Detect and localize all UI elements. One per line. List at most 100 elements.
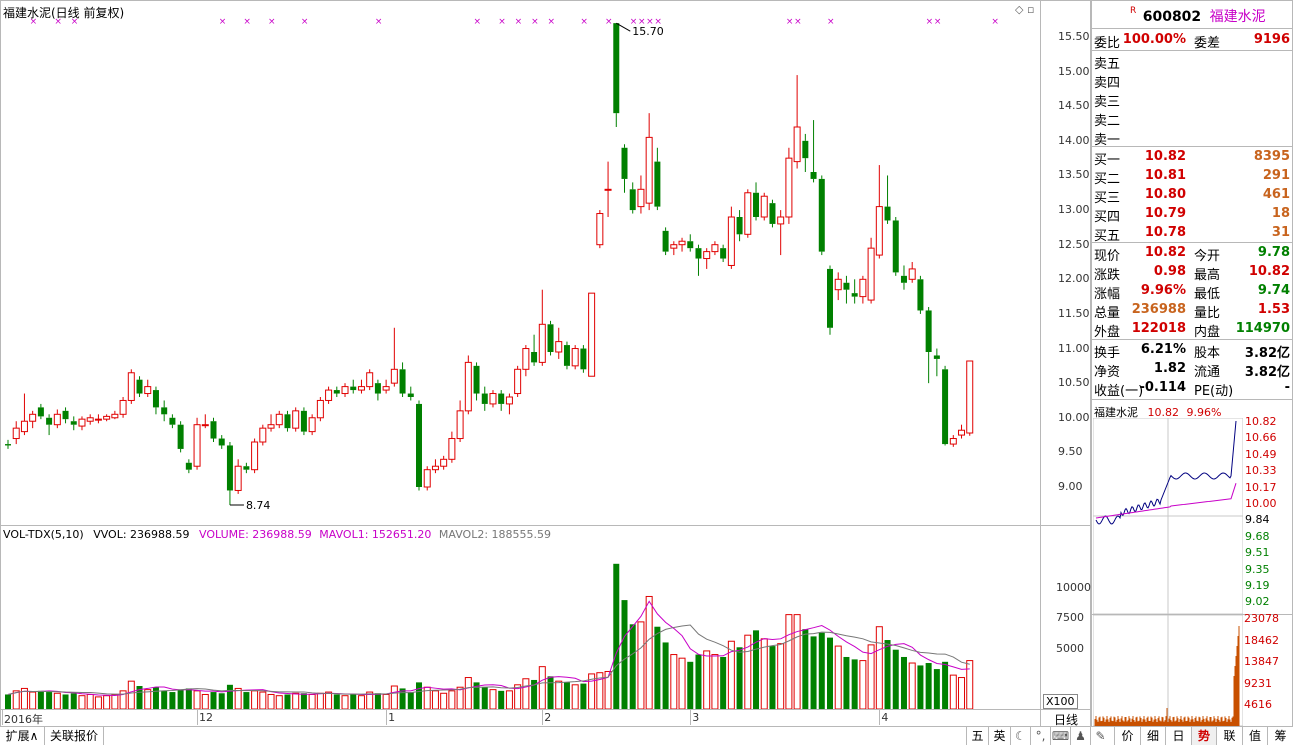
volume-bar [925,663,932,709]
date-tick [386,709,388,725]
volume-bar [875,626,883,709]
price-tick-label: 10.00 [1058,410,1090,424]
date-axis-line [0,709,1091,710]
volume-bar [259,691,267,709]
volume-bar [563,682,570,709]
volume-bar [152,687,159,709]
date-tick-label: 12 [199,711,214,724]
intraday-tick-label: 9.84 [1245,513,1270,527]
volume-bar [793,614,801,709]
event-marker: × [515,17,523,27]
candle-body [908,268,916,280]
volume-bar [942,661,949,709]
right-tab[interactable]: 价 [1114,727,1140,745]
right-tab[interactable]: 值 [1241,727,1268,745]
stat-value: 1.53 [1257,302,1290,317]
volume-bar [670,654,678,709]
dot-icon[interactable]: °, [1030,727,1050,745]
candle-body [86,417,94,422]
candle-body [933,355,940,359]
candle-body [218,438,225,446]
volume-bar [284,694,291,709]
candle-body [958,429,966,436]
volume-bar [859,660,867,709]
tab-expand[interactable]: 扩展∧ [0,727,45,745]
right-tab[interactable]: 筹 [1267,727,1293,745]
buy-row: 买五 10.78 31 [1094,223,1292,244]
buy-price: 10.78 [1144,225,1186,240]
candle-body [111,413,119,419]
volume-bar [341,695,349,709]
event-marker: × [548,17,556,27]
candle-body [177,424,184,449]
volume-bar [448,690,456,709]
ime-wubi-button[interactable]: 五 [966,727,988,745]
candle-body [695,248,702,259]
weibi-value: 100.00% [1122,32,1186,47]
volume-bar [161,690,168,709]
event-marker: × [991,17,999,27]
candle-body [350,386,357,391]
right-tab[interactable]: 势 [1190,727,1217,745]
date-tick [197,709,199,725]
keyboard-icon[interactable]: ⌨ [1050,727,1070,745]
moon-icon[interactable]: ☾ [1010,727,1030,745]
price-tick-label: 13.00 [1058,203,1090,217]
candle-body [416,403,422,487]
candlestick-chart[interactable]: × × × × × × × × × × × × × × × × × × × × × × × × ×15.708.74 [0,0,1040,525]
candle-body [753,192,760,217]
wrench-icon[interactable]: ✎ [1090,727,1110,745]
right-tab[interactable]: 日 [1165,727,1191,745]
event-marker: × [54,17,62,27]
intraday-tick-label: 10.33 [1245,464,1277,478]
tab-related-quotes[interactable]: 关联报价 [45,727,104,745]
candle-body [489,393,497,405]
volume-bar [802,629,809,709]
volume-bar [70,693,77,709]
candle-body [374,383,381,394]
stat-row: 换手 6.21% 股本 3.82亿 [1094,340,1292,361]
volume-bar [481,687,488,709]
price-tick-label: 9.50 [1058,445,1083,459]
stat-value: 0.98 [1153,264,1186,279]
intraday-chart[interactable] [1093,418,1243,614]
stat-row: 现价 10.82 今开 9.78 [1094,243,1292,264]
sep [1092,28,1292,29]
buy-price: 10.81 [1144,168,1186,183]
buy-volume: 291 [1262,168,1290,183]
volume-bar [210,692,217,709]
intraday-vol-tick-label: 23078 [1244,612,1279,625]
stock-code: 600802 [1142,9,1202,25]
high-label: 15.70 [632,25,664,38]
buy-row: 买三 10.80 461 [1094,185,1292,206]
candle-body [514,368,522,395]
weicha-label: 委差 [1194,36,1221,51]
right-tab[interactable]: 细 [1139,727,1166,745]
ime-english-button[interactable]: 英 [988,727,1010,745]
candle-body [481,393,488,404]
candle-body [333,390,340,394]
candle-body [760,195,768,218]
volume-tick-label: 10000 [1056,581,1091,594]
right-tab[interactable]: 联 [1216,727,1242,745]
volume-bar [629,624,636,709]
intraday-vol-tick-label: 18462 [1244,633,1279,647]
buy-price: 10.79 [1144,206,1186,221]
intraday-volume-chart[interactable] [1093,615,1243,726]
volume-chart[interactable] [0,526,1040,709]
person-icon[interactable]: ♟ [1070,727,1090,745]
volume-bar [357,695,365,709]
volume-bar [127,680,135,709]
candle-body [505,396,513,405]
volume-bar [547,676,554,709]
candle-body [884,206,891,221]
candle-body [325,389,333,401]
volume-bar [144,689,152,709]
volume-bar [300,693,307,709]
mavol1-line [7,600,970,696]
candle-body [440,458,448,467]
candle-body [949,438,957,445]
candle-body [382,386,390,391]
buy-row: 买一 10.82 8395 [1094,147,1292,168]
volume-bar [325,691,333,709]
